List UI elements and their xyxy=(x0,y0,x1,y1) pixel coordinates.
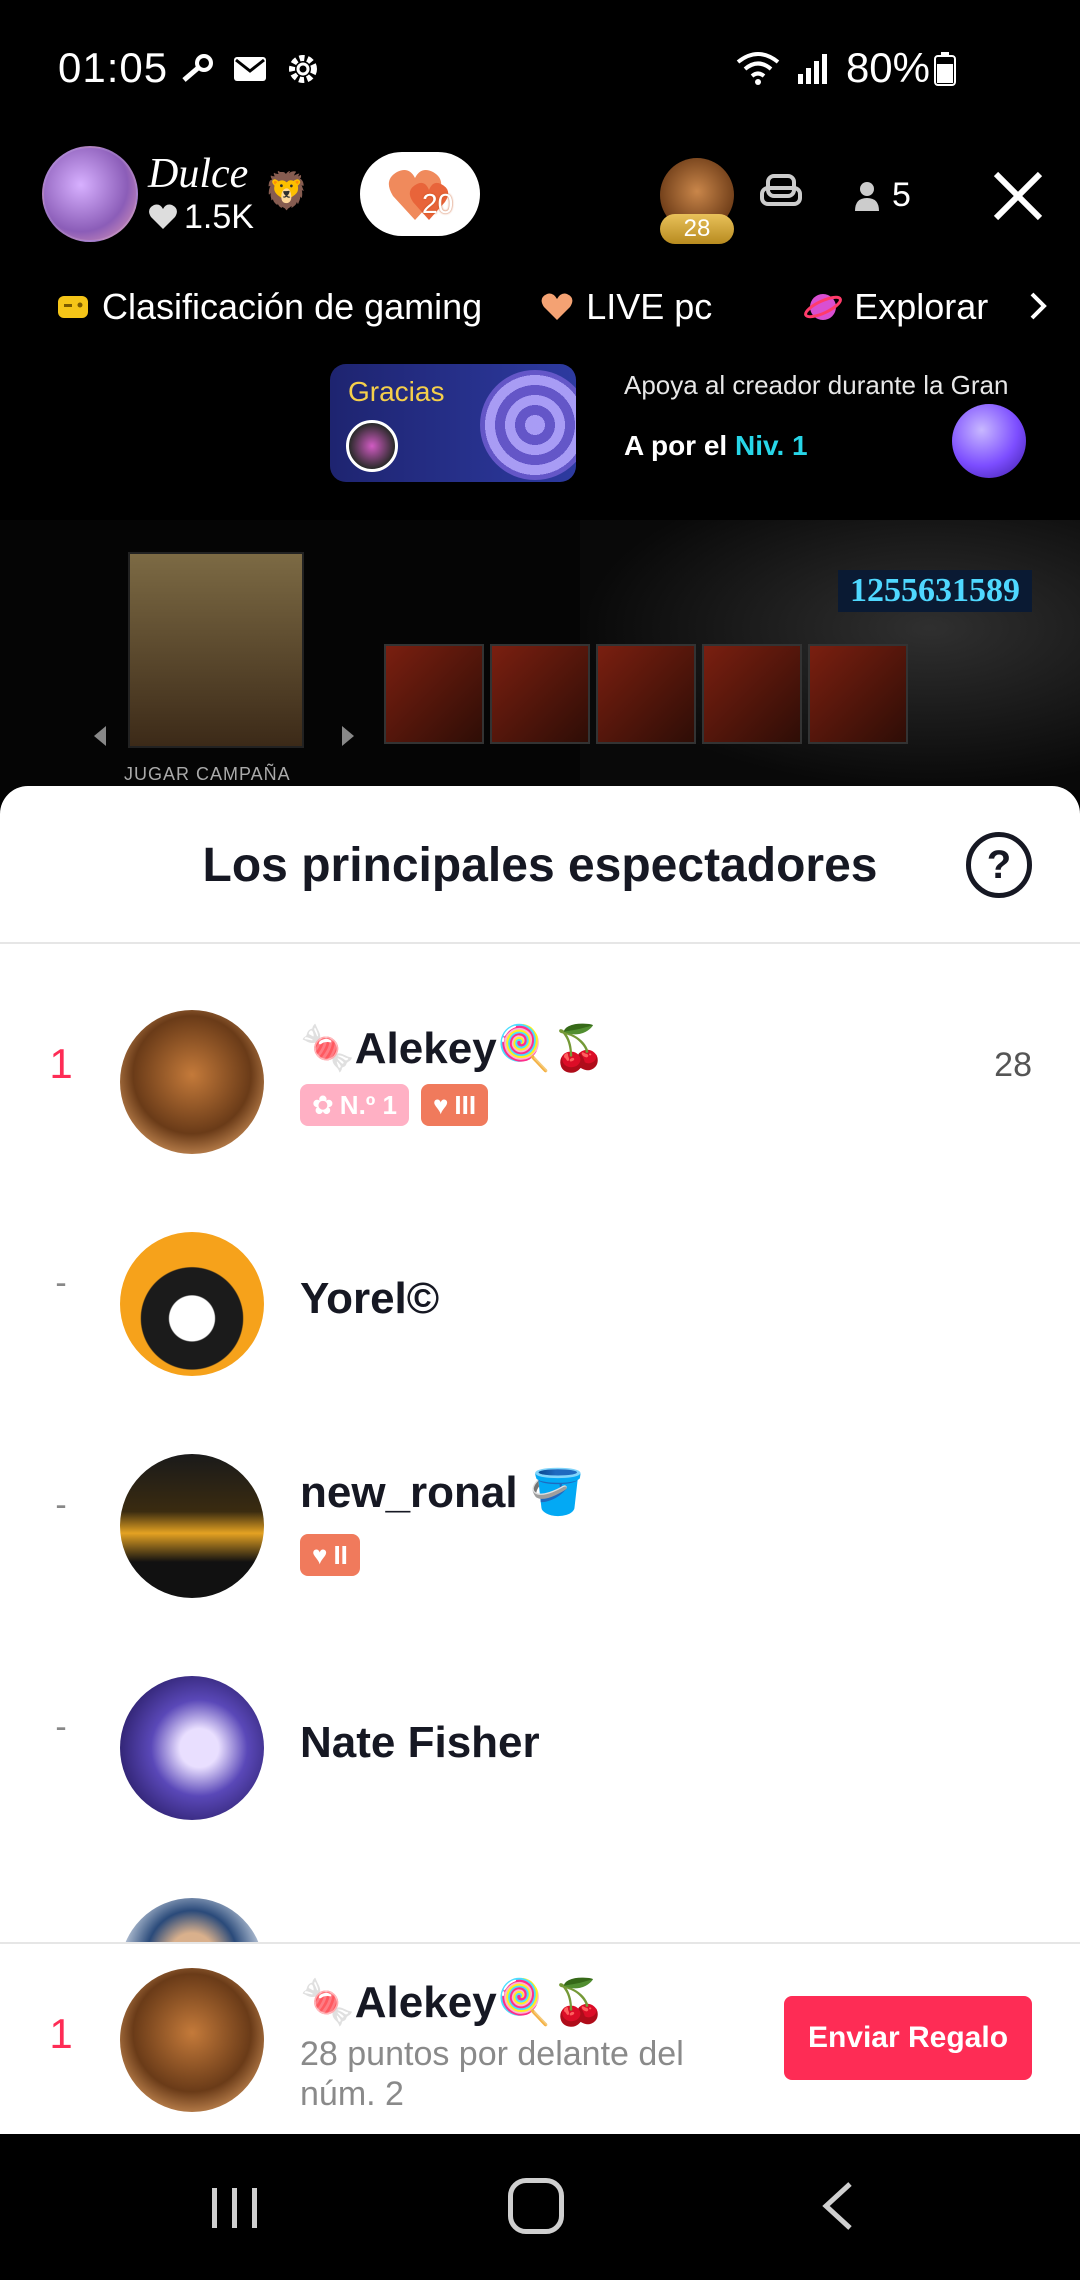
gear-icon xyxy=(289,55,317,83)
host-name: Dulce xyxy=(148,151,249,197)
rank-badge: ✿ N.º 1 xyxy=(300,1084,409,1126)
send-gift-button[interactable]: Enviar Regalo xyxy=(784,1996,1032,2080)
arrow-left-icon xyxy=(94,726,106,746)
rank: 1 xyxy=(49,1040,73,1087)
character-thumb xyxy=(808,644,908,744)
sheet-title: Los principales espectadores xyxy=(202,839,878,892)
divider xyxy=(0,942,1080,944)
username: Nate Fisher xyxy=(300,1718,540,1767)
category-strip[interactable]: Clasificación de gaming LIVE pc Explorar xyxy=(56,282,1080,332)
heart-icon xyxy=(149,204,177,229)
character-thumb xyxy=(384,644,484,744)
score: 28 xyxy=(994,1046,1032,1084)
target-icon xyxy=(480,370,576,480)
stream-id: 1255631589 xyxy=(838,570,1032,612)
lion-badge-icon: 🦁 xyxy=(263,170,309,211)
rank: - xyxy=(55,1708,67,1746)
clock: 01:05 xyxy=(58,44,169,91)
avatar[interactable] xyxy=(120,1454,264,1598)
top-viewer-avatar[interactable]: 28 xyxy=(660,158,734,244)
rank: - xyxy=(55,1264,67,1302)
fan-club-button[interactable]: 20 xyxy=(360,152,480,236)
viewer-count[interactable]: 5 xyxy=(854,176,911,215)
rank: - xyxy=(55,1486,67,1524)
home-icon[interactable] xyxy=(508,2178,564,2234)
character-thumb xyxy=(490,644,590,744)
status-bar: 01:05 80% xyxy=(0,0,1080,140)
flower-icon: ✿ xyxy=(312,1089,334,1120)
avatar[interactable] xyxy=(120,1010,264,1154)
person-icon xyxy=(855,181,879,211)
help-icon[interactable]: ? xyxy=(966,832,1032,898)
gamepad-icon xyxy=(58,296,88,318)
planet-icon xyxy=(804,294,843,320)
heart-icon: ♥ xyxy=(432,1089,449,1120)
top-viewers-sheet: Los principales espectadores ? 1 🍬Alekey… xyxy=(0,786,1080,2134)
promo-text: Apoya al creador durante la Gran xyxy=(624,370,1009,400)
fan-badge: ♥ II xyxy=(300,1534,360,1576)
my-points-text: 28 puntos por delante del núm. 2 xyxy=(300,2035,684,2113)
chevron-right-icon[interactable] xyxy=(1028,290,1050,322)
avatar[interactable] xyxy=(120,1232,264,1376)
username: 🍬Alekey🍭🍒 xyxy=(300,1024,607,1073)
username: Yorel© xyxy=(300,1274,440,1323)
host-likes-count: 1.5K xyxy=(184,198,254,236)
my-avatar[interactable] xyxy=(120,1968,264,2112)
heart-icon: ♥ xyxy=(312,1539,328,1570)
character-thumb xyxy=(596,644,696,744)
chip-live[interactable]: LIVE pc xyxy=(540,286,746,328)
gifter-avatar xyxy=(346,420,398,472)
list-item[interactable]: - new_ronal 🪣 ♥ II xyxy=(0,1446,1080,1606)
mail-icon xyxy=(234,57,266,81)
list-item[interactable]: - Nate Fisher xyxy=(0,1668,1080,1828)
my-username: 🍬Alekey🍭🍒 xyxy=(300,1978,607,2027)
stream-preview[interactable]: JUGAR CAMPAÑA 1255631589 xyxy=(0,520,1080,790)
host-profile[interactable]: Dulce 1.5K 🦁 xyxy=(42,146,309,242)
signal-icon xyxy=(797,54,827,84)
host-avatar[interactable] xyxy=(42,146,138,242)
sofa-icon[interactable] xyxy=(760,174,802,210)
gift-thanks-card[interactable]: Gracias xyxy=(330,364,576,482)
system-nav-bar xyxy=(0,2134,1080,2280)
campaign-caption: JUGAR CAMPAÑA xyxy=(124,764,291,784)
my-rank: 1 xyxy=(49,2010,73,2057)
character-thumb xyxy=(702,644,802,744)
chip-explore[interactable]: Explorar xyxy=(804,286,988,328)
character-thumbnails xyxy=(384,644,908,744)
battery-icon xyxy=(934,52,956,86)
my-rank-bar: 1 🍬Alekey🍭🍒 28 puntos por delante del nú… xyxy=(0,1942,1080,2134)
fan-club-level: 20 xyxy=(422,188,454,219)
steam-icon xyxy=(182,54,213,82)
list-item[interactable]: 1 🍬Alekey🍭🍒 ✿ N.º 1 ♥ III 28 xyxy=(0,1002,1080,1162)
recents-icon[interactable] xyxy=(210,2184,260,2232)
orb-icon[interactable] xyxy=(952,404,1026,478)
battery-percent: 80% xyxy=(845,44,930,91)
level-goal[interactable]: A por el Niv. 1 xyxy=(624,430,808,462)
top-viewer-badge: 28 xyxy=(660,214,734,244)
fan-badge: ♥ III xyxy=(420,1084,489,1126)
arrow-right-icon xyxy=(342,726,354,746)
list-item[interactable]: - Yorel© xyxy=(0,1224,1080,1384)
close-icon[interactable] xyxy=(990,168,1046,224)
username: new_ronal 🪣 xyxy=(300,1468,585,1517)
game-cover-image xyxy=(128,552,304,748)
chip-gaming-ranking[interactable]: Clasificación de gaming xyxy=(56,286,482,328)
avatar[interactable] xyxy=(120,1676,264,1820)
heart-icon xyxy=(541,293,573,320)
back-icon[interactable] xyxy=(820,2180,856,2232)
wifi-icon xyxy=(736,52,780,85)
